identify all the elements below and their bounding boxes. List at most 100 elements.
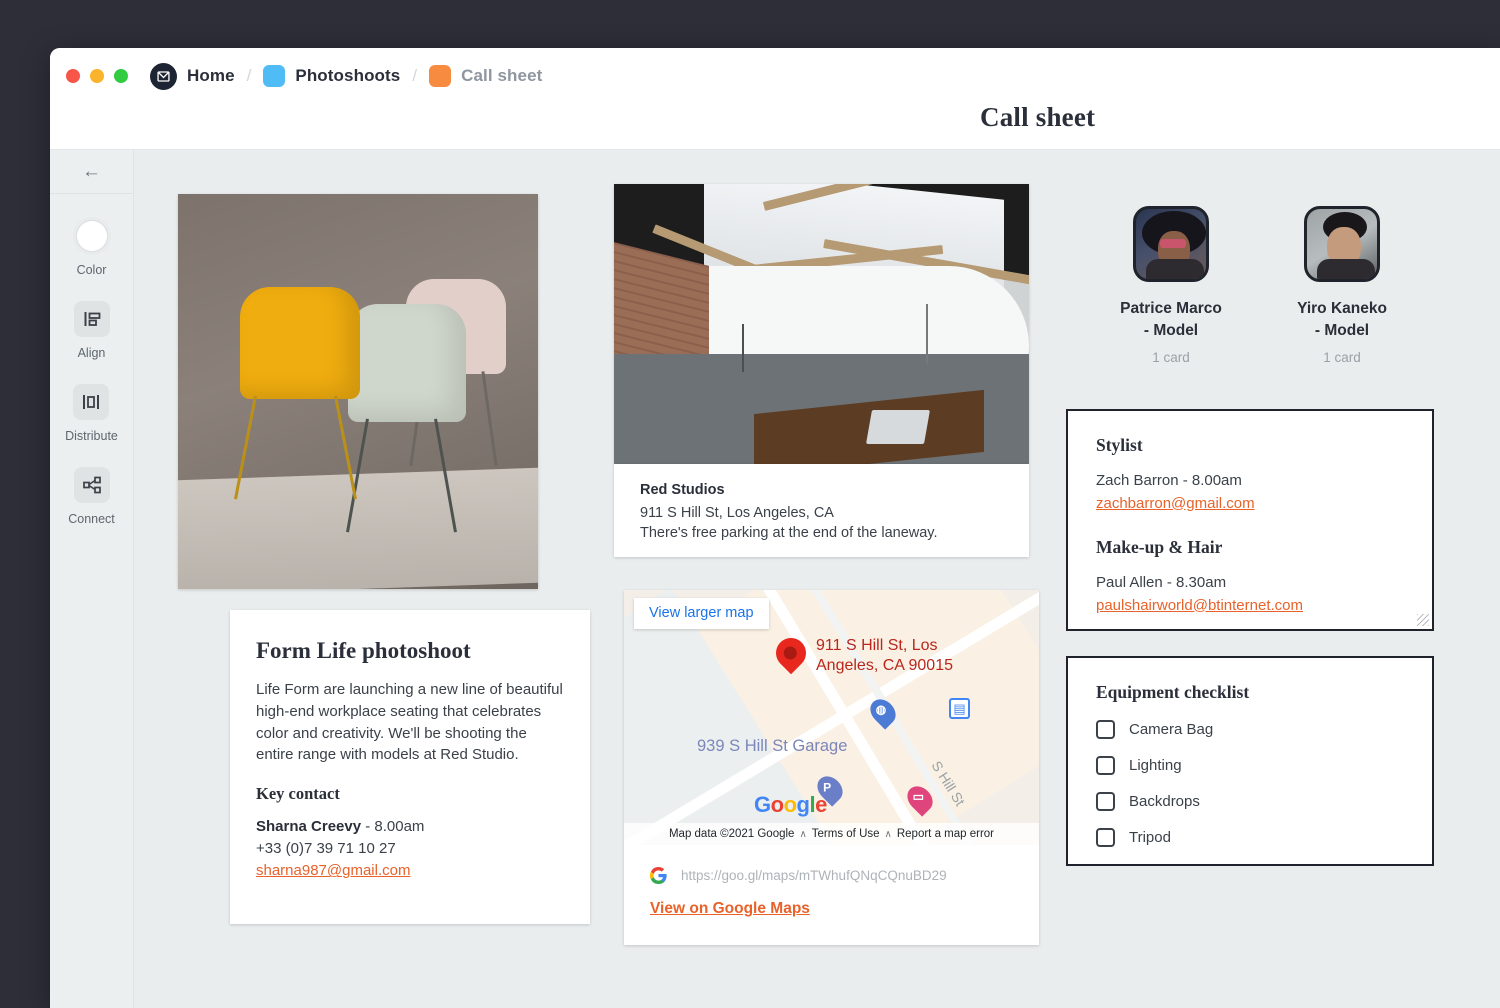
- breadcrumb-label-home: Home: [187, 66, 235, 85]
- align-icon: [73, 301, 110, 337]
- brief-subhead: Key contact: [256, 784, 340, 803]
- chairs-image: [178, 194, 538, 589]
- breadcrumb-item-home[interactable]: Home: [150, 62, 235, 90]
- brief-contact-email[interactable]: sharna987@gmail.com: [256, 862, 410, 879]
- board-canvas[interactable]: Red Studios 911 S Hill St, Los Angeles, …: [134, 150, 1500, 1008]
- makeup-heading: Make-up & Hair: [1096, 537, 1223, 557]
- breadcrumb-separator-2: /: [412, 66, 418, 85]
- sidebar-tool-align[interactable]: Align: [73, 301, 110, 360]
- page-header: Call sheet: [50, 102, 1500, 150]
- connect-icon: [73, 467, 110, 503]
- location-address: 911 S Hill St, Los Angeles, CA: [640, 505, 834, 521]
- brief-contact-time: - 8.00am: [361, 818, 425, 835]
- map-attr-sep-1: ∧: [799, 828, 807, 840]
- map-attribution: Map data ©2021 Google ∧ Terms of Use ∧ R…: [624, 823, 1039, 845]
- stylist-name: Zach Barron - 8.00am: [1096, 472, 1242, 489]
- checkbox-backdrops[interactable]: [1096, 792, 1115, 811]
- orange-square-icon: [429, 65, 452, 87]
- sidebar-tool-label-connect: Connect: [68, 512, 115, 526]
- map-pin-label-line2: Angeles, CA 90015: [816, 656, 953, 674]
- color-swatch-icon: [74, 218, 110, 254]
- map-attr-terms[interactable]: Terms of Use: [812, 828, 880, 840]
- brief-contact-name: Sharna Creevy: [256, 818, 362, 835]
- person-card-yiro-kaneko[interactable]: Yiro Kaneko - Model 1 card: [1267, 206, 1417, 365]
- blue-square-icon: [263, 65, 286, 87]
- person-card-patrice-marco[interactable]: Patrice Marco - Model 1 card: [1096, 206, 1246, 365]
- map-link-section: https://goo.gl/maps/mTWhufQNqCQnuBD29 Vi…: [624, 845, 1039, 938]
- breadcrumb-label-photoshoots: Photoshoots: [295, 66, 401, 85]
- title-bar: Home / Photoshoots / Call sheet: [50, 48, 1500, 104]
- brief-contact-line: Sharna Creevy - 8.00am: [256, 816, 564, 838]
- sidebar-tool-color[interactable]: Color: [74, 218, 110, 277]
- app-window: Home / Photoshoots / Call sheet Call she…: [50, 48, 1500, 1008]
- checklist-item[interactable]: Lighting: [1096, 756, 1404, 775]
- google-map-preview[interactable]: View larger map 911 S Hill St, Los Angel…: [624, 590, 1039, 845]
- map-url-row: https://goo.gl/maps/mTWhufQNqCQnuBD29: [649, 867, 1013, 884]
- equipment-checklist-card[interactable]: Equipment checklist Camera Bag Lighting …: [1066, 656, 1434, 866]
- checklist-label-lighting: Lighting: [1129, 757, 1182, 774]
- app-body: ← Color Align Distribute Connect Red Stu…: [50, 150, 1500, 1008]
- view-larger-map-button[interactable]: View larger map: [634, 598, 769, 629]
- stylist-heading: Stylist: [1096, 435, 1143, 455]
- avatar: [1133, 206, 1209, 282]
- checklist-item[interactable]: Tripod: [1096, 828, 1404, 847]
- minimize-window-button[interactable]: [90, 69, 104, 83]
- location-title: Red Studios: [640, 482, 725, 498]
- person-card-count: 1 card: [1323, 350, 1361, 365]
- brief-card[interactable]: Form Life photoshoot Life Form are launc…: [230, 610, 590, 924]
- traffic-light-controls: [66, 69, 128, 83]
- breadcrumb-separator-1: /: [246, 66, 252, 85]
- distribute-icon: [73, 384, 110, 420]
- sidebar-tool-label-align: Align: [77, 346, 106, 360]
- checklist-label-camera-bag: Camera Bag: [1129, 721, 1214, 738]
- card-resize-handle[interactable]: [1417, 614, 1429, 626]
- checklist-label-backdrops: Backdrops: [1129, 793, 1200, 810]
- sidebar-tool-label-color: Color: [76, 263, 107, 277]
- milanote-logo-icon: [150, 62, 177, 90]
- studio-image: [614, 184, 1029, 464]
- person-name-line1: Patrice Marco: [1120, 300, 1222, 317]
- avatar: [1304, 206, 1380, 282]
- close-window-button[interactable]: [66, 69, 80, 83]
- map-card[interactable]: View larger map 911 S Hill St, Los Angel…: [624, 590, 1039, 945]
- studio-image-card[interactable]: [614, 184, 1029, 464]
- checkbox-lighting[interactable]: [1096, 756, 1115, 775]
- chairs-image-card[interactable]: [178, 194, 538, 589]
- google-wordmark: Google: [754, 792, 827, 817]
- location-card[interactable]: Red Studios 911 S Hill St, Los Angeles, …: [614, 464, 1029, 557]
- breadcrumb-label-call-sheet: Call sheet: [461, 66, 543, 85]
- checkbox-tripod[interactable]: [1096, 828, 1115, 847]
- sidebar-tool-distribute[interactable]: Distribute: [65, 384, 118, 443]
- checklist-title: Equipment checklist: [1096, 682, 1250, 702]
- location-note: There's free parking at the end of the l…: [640, 525, 938, 542]
- map-attr-sep-2: ∧: [884, 828, 892, 840]
- map-url-text: https://goo.gl/maps/mTWhufQNqCQnuBD29: [681, 868, 947, 883]
- breadcrumb-item-photoshoots[interactable]: Photoshoots: [263, 65, 400, 87]
- brief-title: Form Life photoshoot: [256, 638, 471, 663]
- person-role-line: - Model: [1143, 322, 1199, 339]
- makeup-email[interactable]: paulshairworld@btinternet.com: [1096, 597, 1303, 614]
- checkbox-camera-bag[interactable]: [1096, 720, 1115, 739]
- makeup-name: Paul Allen - 8.30am: [1096, 574, 1227, 591]
- checklist-label-tripod: Tripod: [1129, 829, 1171, 846]
- map-pin-label: 911 S Hill St, Los Angeles, CA 90015: [816, 636, 953, 675]
- breadcrumb: Home / Photoshoots / Call sheet: [150, 62, 542, 90]
- maximize-window-button[interactable]: [114, 69, 128, 83]
- map-attr-report[interactable]: Report a map error: [897, 828, 994, 840]
- stylist-email[interactable]: zachbarron@gmail.com: [1096, 495, 1255, 512]
- breadcrumb-item-call-sheet[interactable]: Call sheet: [429, 65, 542, 87]
- map-bus-stop-icon[interactable]: ▤: [949, 698, 970, 719]
- person-role-line: - Model: [1314, 322, 1370, 339]
- back-button[interactable]: ←: [50, 150, 133, 194]
- view-on-google-maps-link[interactable]: View on Google Maps: [650, 900, 810, 917]
- page-title: Call sheet: [980, 102, 1096, 132]
- sidebar-tool-connect[interactable]: Connect: [68, 467, 115, 526]
- map-pin-label-line1: 911 S Hill St, Los: [816, 637, 938, 654]
- checklist-item[interactable]: Backdrops: [1096, 792, 1404, 811]
- brief-contact-phone: +33 (0)7 39 71 10 27: [256, 840, 396, 858]
- person-card-count: 1 card: [1152, 350, 1190, 365]
- google-g-icon: [649, 867, 667, 884]
- back-arrow-icon: ←: [82, 160, 101, 182]
- crew-card[interactable]: Stylist Zach Barron - 8.00am zachbarron@…: [1066, 409, 1434, 631]
- checklist-item[interactable]: Camera Bag: [1096, 720, 1404, 739]
